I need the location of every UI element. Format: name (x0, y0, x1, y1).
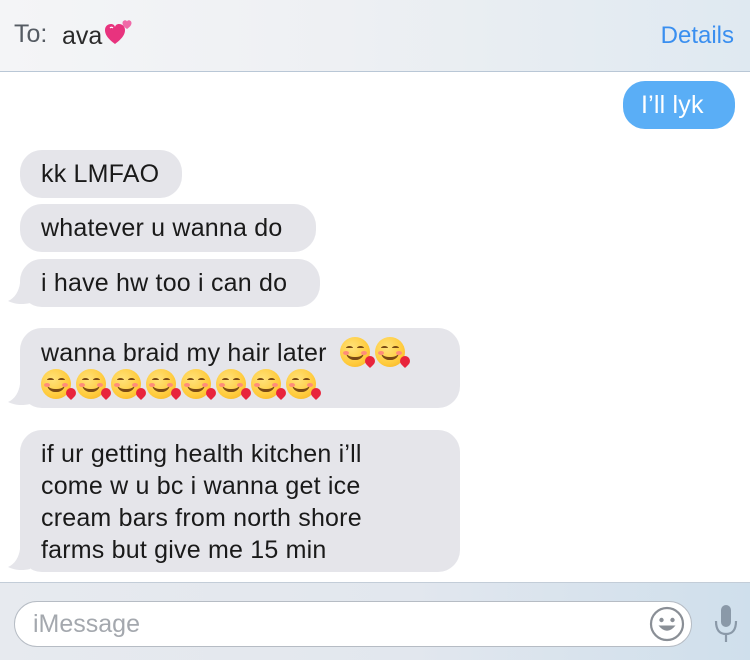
smiling-face-with-hearts-icon (41, 369, 71, 399)
received-message-bubble[interactable]: whatever u wanna do (20, 204, 316, 252)
smiling-face-with-hearts-icon (216, 369, 246, 399)
smiling-face-with-hearts-icon (374, 337, 405, 367)
bubble-tail (8, 283, 30, 305)
received-message-bubble[interactable]: wanna braid my hair later (20, 328, 460, 408)
received-message-line: come w u bc i wanna get ice (41, 472, 361, 500)
received-message-line: farms but give me 15 min (41, 536, 327, 564)
smiling-face-with-hearts-icon (146, 369, 176, 399)
pink-hearts-icon (105, 19, 132, 44)
message-thread[interactable]: I’ll lyk kk LMFAO whatever u wanna do i … (0, 73, 750, 581)
bubble-tail (8, 384, 30, 406)
sent-message-text: I’ll lyk (641, 91, 704, 119)
compose-bar (0, 582, 750, 660)
smiling-face-with-hearts-icon (111, 369, 141, 399)
sent-message-bubble[interactable]: I’ll lyk (623, 81, 735, 129)
smiling-face-with-hearts-icon (339, 337, 370, 367)
imessage-input[interactable] (14, 601, 692, 647)
received-message-text: kk LMFAO (41, 160, 160, 188)
received-message-line: if ur getting health kitchen i’ll (41, 440, 362, 468)
received-message-bubble[interactable]: i have hw too i can do (20, 259, 320, 307)
smiling-face-with-hearts-icon (286, 369, 316, 399)
smiling-face-with-hearts-icon (181, 369, 211, 399)
recipient-name: ava (62, 22, 103, 50)
received-message-text: whatever u wanna do (41, 214, 283, 242)
to-label: To: (14, 20, 48, 48)
conversation-header: To: ava Details (0, 0, 750, 72)
recipient-chip[interactable]: ava (62, 19, 134, 51)
details-button[interactable]: Details (661, 22, 734, 50)
received-message-text: i have hw too i can do (41, 269, 288, 297)
messages-screen: To: ava Details I’ll lyk kk LMFAO whatev… (0, 0, 750, 660)
emoji-face-icon[interactable] (648, 605, 686, 643)
received-message-bubble[interactable]: kk LMFAO (20, 150, 182, 198)
received-message-bubble[interactable]: if ur getting health kitchen i’ll come w… (20, 430, 460, 572)
smiling-face-with-hearts-icon (76, 369, 106, 399)
received-message-line: cream bars from north shore (41, 504, 362, 532)
bubble-tail (8, 549, 30, 571)
microphone-icon[interactable] (713, 603, 739, 645)
received-message-text: wanna braid my hair later (41, 339, 327, 367)
smiling-face-with-hearts-icon (251, 369, 281, 399)
